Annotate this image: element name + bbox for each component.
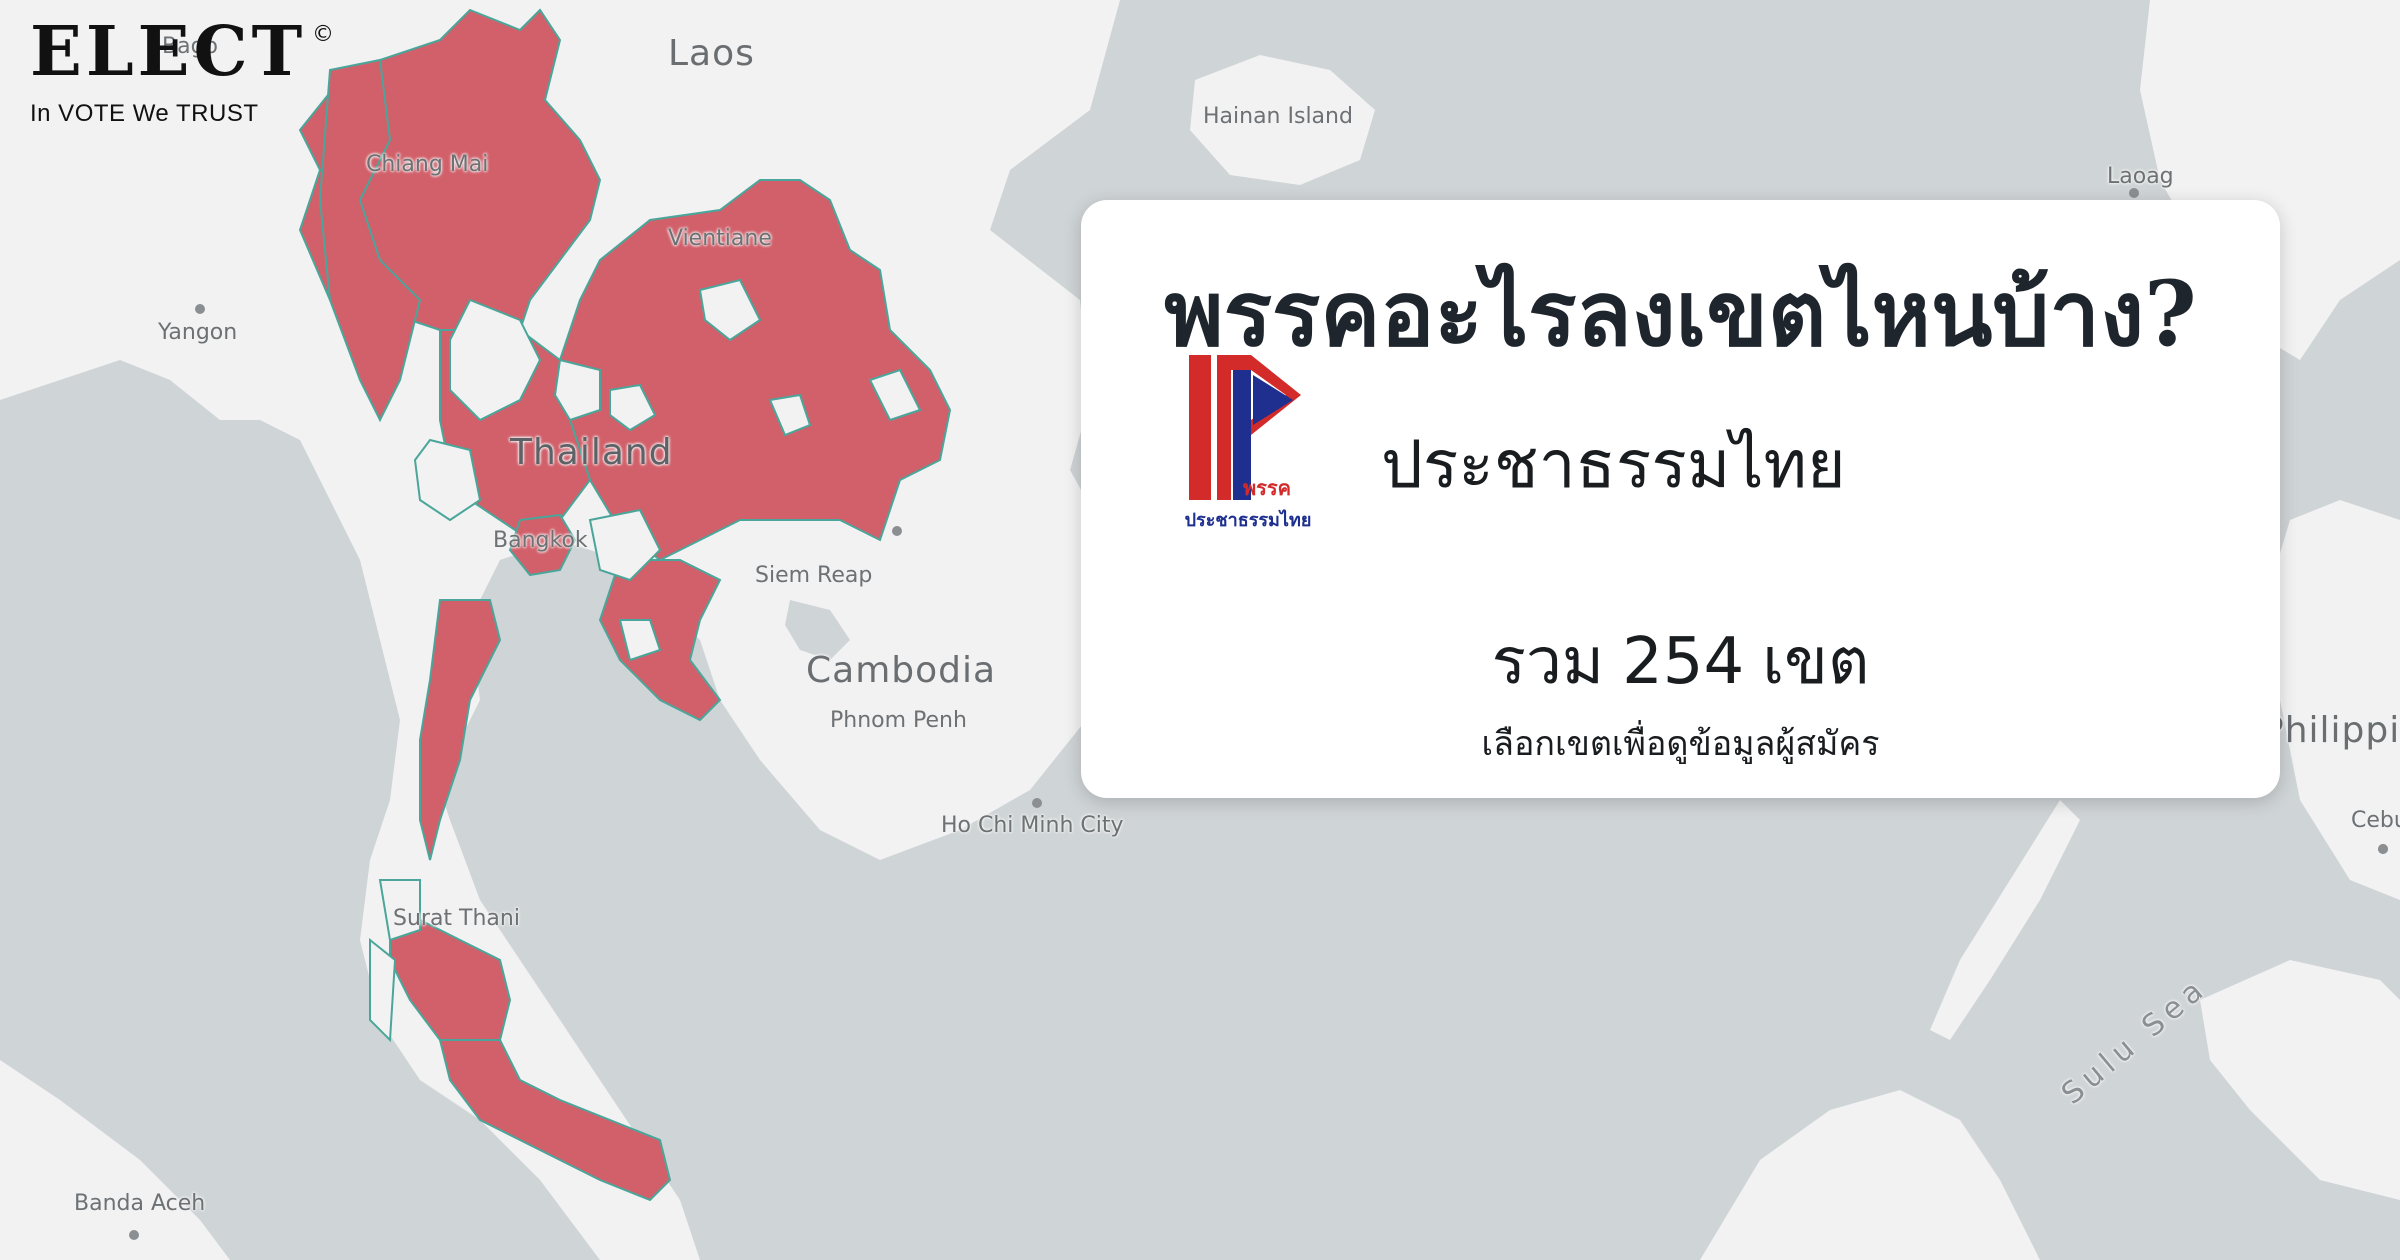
brand-block: ELECT © In VOTE We TRUST [30,18,334,128]
party-info-card: พรรคอะไรลงเขตไหนบ้าง? พรรค ประชาธรรมไทย … [1081,200,2280,798]
district-total: รวม 254 เขต [1081,610,2280,712]
party-logo: พรรค ประชาธรรมไทย [1185,355,1312,531]
yangon-dot [195,304,205,314]
total-prefix: รวม [1491,625,1605,699]
ho-chi-minh-dot [1032,798,1042,808]
party-name: ประชาธรรมไทย [1381,426,1846,503]
total-suffix: เขต [1762,625,1870,699]
label-chiang-mai: Chiang Mai [366,152,489,177]
label-yangon: Yangon [158,320,238,345]
label-bangkok: Bangkok [493,528,588,553]
label-vientiane: Vientiane [668,226,772,251]
logo-red-bar [1189,355,1211,500]
total-count: 254 [1622,625,1745,699]
label-ho-chi-minh: Ho Chi Minh City [941,813,1124,838]
brand-logo[interactable]: ELECT [30,18,306,86]
select-district-hint: เลือกเขตเพื่อดูข้อมูลผู้สมัคร [1481,724,1880,764]
map-view[interactable]: Laos Hainan Island Laoag Yangon Thailand… [0,0,2400,1260]
copyright-mark: © [312,22,334,47]
label-cebu: Cebu [2351,808,2400,833]
label-laoag: Laoag [2107,164,2174,189]
label-banda-aceh: Banda Aceh [74,1191,206,1216]
laoag-dot [2129,188,2139,198]
banda-aceh-dot [129,1230,139,1240]
cebu-dot [2378,844,2388,854]
label-surat-thani: Surat Thani [393,906,520,931]
logo-text-bottom: ประชาธรรมไทย [1185,509,1312,531]
label-laos: Laos [668,33,755,74]
label-cambodia: Cambodia [806,650,997,691]
label-thailand: Thailand [510,432,673,473]
brand-tagline: In VOTE We TRUST [30,100,259,127]
label-philippines: Philippines [2262,710,2400,751]
label-siem-reap: Siem Reap [755,563,873,588]
label-hainan: Hainan Island [1203,104,1353,129]
phnom-penh-dot [892,526,902,536]
logo-text-top: พรรค [1243,476,1291,500]
label-phnom-penh: Phnom Penh [830,708,967,733]
